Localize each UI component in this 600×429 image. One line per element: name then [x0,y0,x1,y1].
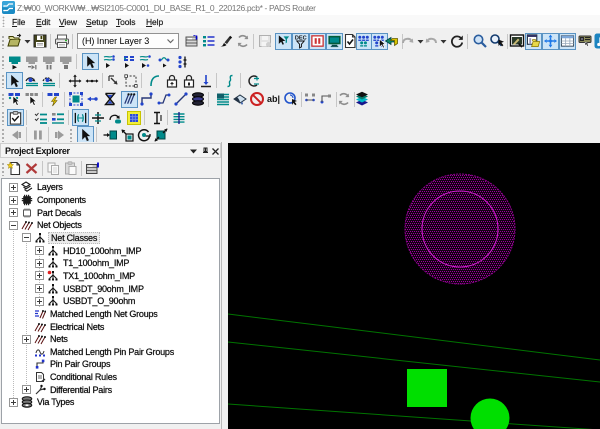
svg-text:ab|: ab| [267,94,280,104]
